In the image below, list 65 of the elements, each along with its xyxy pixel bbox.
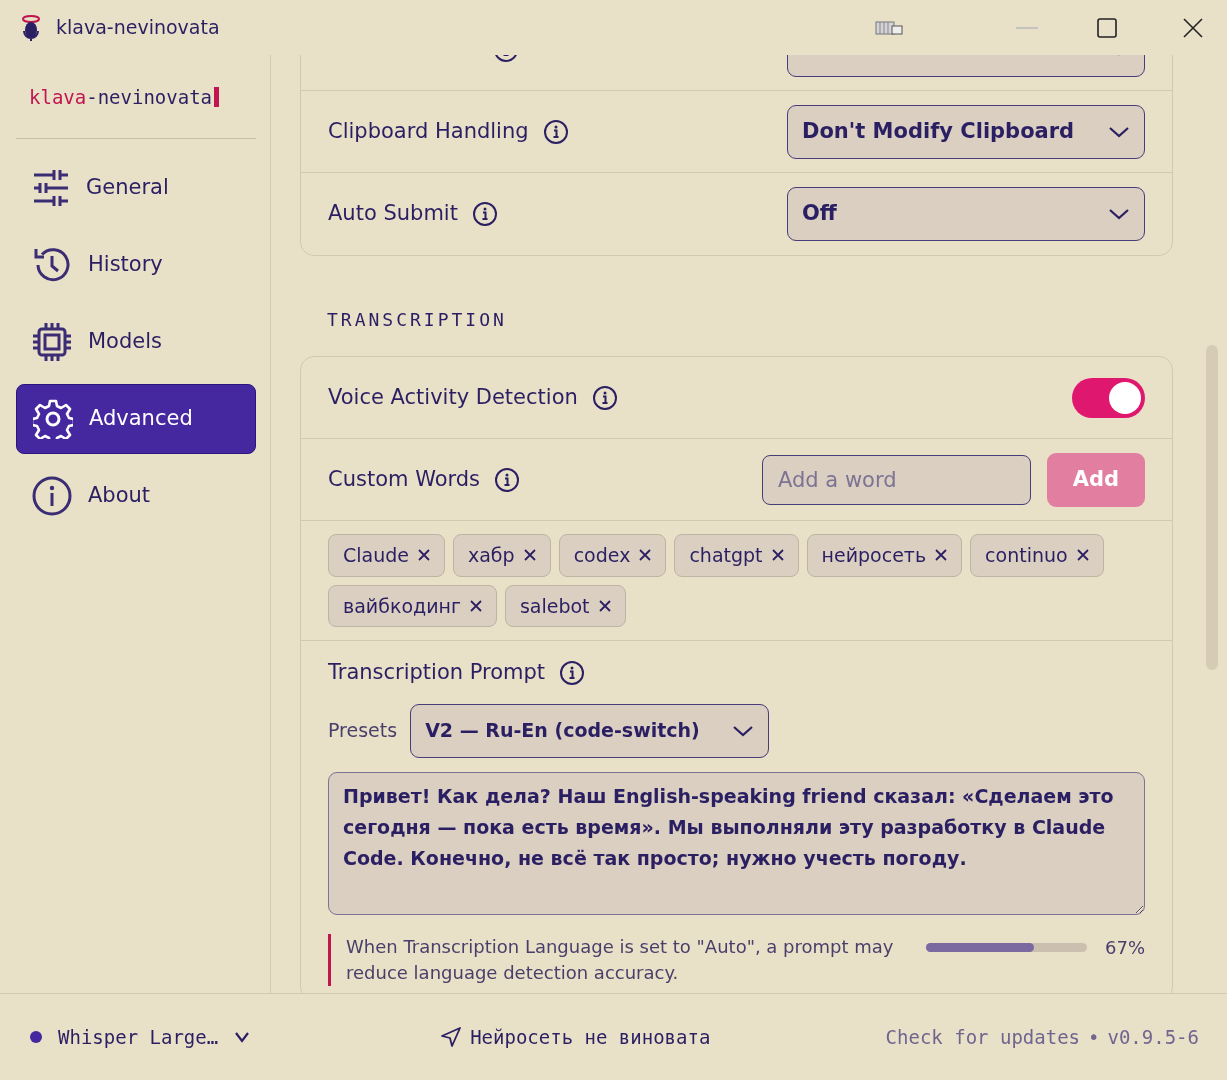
tag-label: salebot <box>519 593 590 619</box>
window-title: klava-nevinovata <box>56 15 220 41</box>
preset-dropdown[interactable]: V2 — Ru-En (code-switch) <box>410 703 770 758</box>
setting-label: Voice Activity Detection <box>328 383 578 411</box>
remove-icon[interactable] <box>418 549 430 562</box>
tag-label: хабр <box>468 543 515 568</box>
tag-label: chatgpt <box>689 543 763 568</box>
chevron-down-icon <box>1108 207 1130 221</box>
chip-icon <box>32 321 72 362</box>
tag-label: нейросеть <box>821 543 927 568</box>
remove-icon[interactable] <box>1076 549 1089 562</box>
dropdown-value: Don't Modify Clipboard <box>802 117 1075 145</box>
setting-label: Clipboard Handling <box>328 117 529 145</box>
chevron-down-icon <box>732 723 755 738</box>
sidebar-item[interactable]: General <box>16 152 256 223</box>
version-label: v0.9.5-6 <box>1107 1024 1199 1050</box>
toggle-switch[interactable] <box>1072 377 1145 418</box>
info-icon[interactable] <box>494 466 521 493</box>
model-selector[interactable]: Whisper Large… <box>58 1022 219 1052</box>
check-updates-link[interactable]: Check for updates <box>885 1022 1081 1052</box>
sidebar-item[interactable]: About <box>16 460 256 531</box>
setting-label: Transcription Prompt <box>328 659 546 686</box>
dropdown-value: Off <box>802 200 837 228</box>
tag-label: codex <box>573 543 631 568</box>
dropdown-value: V2 — Ru-En (code-switch) <box>425 718 700 744</box>
tag-label: вайбкодинг <box>343 593 461 619</box>
info-icon[interactable] <box>559 659 586 686</box>
tag-label: continuo <box>985 543 1068 568</box>
tagline: Нейросеть не виновата <box>470 1024 711 1050</box>
send-icon <box>440 1026 463 1048</box>
chevron-down-icon <box>234 1030 251 1044</box>
info-icon <box>32 475 72 516</box>
sliders-icon <box>32 167 70 208</box>
warning-note: When Transcription Language is set to "Auto", a prompt may reduce language detection accuracy. <box>328 933 902 986</box>
remove-icon[interactable] <box>639 549 652 562</box>
remove-icon[interactable] <box>935 549 948 562</box>
text-cursor-icon <box>214 87 220 108</box>
info-icon[interactable] <box>542 118 569 145</box>
word-input-field[interactable]: Add a word <box>762 454 1031 505</box>
app-logo-icon <box>20 14 42 41</box>
remove-icon[interactable] <box>469 599 482 612</box>
setting-label: Auto Submit <box>328 200 458 228</box>
maximize-icon[interactable] <box>1097 17 1117 38</box>
percentage-reading: 67% <box>1105 935 1145 960</box>
prompt-text-area[interactable]: Привет! Как дела? Наш English-speaking friend сказал: «Сделаем это сегодня — пока есть время». Мы выполняли эту разработку в Claude Code. Конечно, не всё так просто; нужно учесть погоду. <box>328 771 1145 915</box>
info-icon[interactable] <box>471 201 498 227</box>
tag-label: Claude <box>343 543 409 568</box>
brand-name: klava-nevinovata <box>29 85 213 110</box>
dropdown[interactable]: Don't Modify Clipboard <box>787 104 1145 159</box>
section-heading: TRANSCRIPTION <box>326 308 508 332</box>
gear-icon <box>33 398 73 439</box>
presets-label: Presets <box>328 718 398 744</box>
close-icon[interactable] <box>1183 17 1203 38</box>
status-dot <box>30 1031 42 1043</box>
chevron-down-icon <box>1108 124 1130 139</box>
sidebar-item[interactable]: Models <box>16 306 256 377</box>
separator-dot: • <box>1088 1024 1100 1050</box>
remove-icon[interactable] <box>771 549 784 562</box>
sidebar-item[interactable]: Advanced <box>16 383 256 454</box>
remove-icon[interactable] <box>523 549 536 562</box>
remove-icon[interactable] <box>598 599 611 612</box>
info-icon[interactable] <box>591 384 618 411</box>
sidebar-item[interactable]: History <box>16 229 256 300</box>
dropdown[interactable]: Off <box>787 187 1145 241</box>
setting-label: Custom Words <box>328 465 481 493</box>
